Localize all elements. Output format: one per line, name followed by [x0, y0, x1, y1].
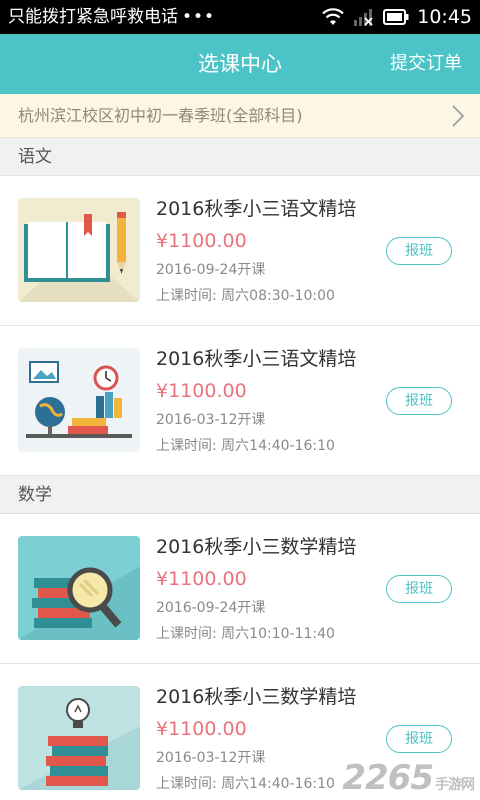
section-header-chinese: 语文 [0, 138, 480, 176]
course-start-date: 2016-03-12开课 [156, 750, 266, 766]
app-header: 选课中心 提交订单 [0, 34, 480, 94]
course-thumbnail [18, 348, 140, 452]
books-magnifier-icon [18, 536, 140, 640]
schedule-label: 上课时间: [156, 288, 217, 304]
course-thumbnail [18, 198, 140, 302]
course-price: ¥1100.00 [156, 230, 247, 252]
watermark-suffix: 手游网 [435, 777, 475, 793]
course-price: ¥1100.00 [156, 568, 247, 590]
schedule-value: 周六14:40-16:10 [221, 438, 335, 454]
chevron-right-icon [452, 105, 465, 127]
book-pencil-icon [18, 198, 140, 302]
submit-order-button[interactable]: 提交订单 [390, 34, 462, 94]
schedule-label: 上课时间: [156, 626, 217, 642]
course-item[interactable]: 2016秋季小三数学精培 ¥1100.00 2016-09-24开课 上课时间:… [0, 514, 480, 664]
course-name: 2016秋季小三数学精培 [156, 536, 357, 558]
course-schedule: 上课时间: 周六10:10-11:40 [156, 624, 335, 644]
course-item[interactable]: 2016秋季小三语文精培 ¥1100.00 2016-03-12开课 上课时间:… [0, 326, 480, 476]
course-start-date: 2016-09-24开课 [156, 262, 266, 278]
course-name: 2016秋季小三语文精培 [156, 198, 357, 220]
section-title: 语文 [18, 147, 52, 167]
carrier-label: 只能拨打紧急呼救电话 [8, 7, 178, 27]
watermark-number: 2265 [342, 758, 434, 798]
site-watermark: 2265 手游网 [342, 758, 475, 798]
signal-icon [354, 9, 373, 26]
schedule-value: 周六14:40-16:10 [221, 776, 335, 792]
course-name: 2016秋季小三语文精培 [156, 348, 357, 370]
battery-icon [383, 9, 409, 25]
schedule-value: 周六08:30-10:00 [221, 288, 335, 304]
course-schedule: 上课时间: 周六14:40-16:10 [156, 774, 335, 794]
course-schedule: 上课时间: 周六08:30-10:00 [156, 286, 335, 306]
course-start-date: 2016-09-24开课 [156, 600, 266, 616]
course-price: ¥1100.00 [156, 380, 247, 402]
schedule-label: 上课时间: [156, 776, 217, 792]
status-icons: 10:45 [321, 5, 472, 29]
course-start-date: 2016-03-12开课 [156, 412, 266, 428]
course-thumbnail [18, 686, 140, 790]
section-title: 数学 [18, 485, 52, 505]
course-name: 2016秋季小三数学精培 [156, 686, 357, 708]
class-selector-label: 杭州滨江校区初中初一春季班(全部科目) [18, 106, 303, 125]
course-item[interactable]: 2016秋季小三语文精培 ¥1100.00 2016-09-24开课 上课时间:… [0, 176, 480, 326]
enroll-button[interactable]: 报班 [386, 387, 452, 415]
class-selector[interactable]: 杭州滨江校区初中初一春季班(全部科目) [0, 94, 480, 138]
enroll-button[interactable]: 报班 [386, 237, 452, 265]
enroll-button[interactable]: 报班 [386, 725, 452, 753]
carrier-text: 只能拨打紧急呼救电话 ••• [8, 6, 215, 28]
globe-clock-books-icon [18, 348, 140, 452]
course-price: ¥1100.00 [156, 718, 247, 740]
section-header-math: 数学 [0, 476, 480, 514]
schedule-label: 上课时间: [156, 438, 217, 454]
books-lightbulb-icon [18, 686, 140, 790]
clock: 10:45 [417, 6, 472, 28]
course-thumbnail [18, 536, 140, 640]
enroll-button[interactable]: 报班 [386, 575, 452, 603]
course-schedule: 上课时间: 周六14:40-16:10 [156, 436, 335, 456]
status-bar: 只能拨打紧急呼救电话 ••• 10:45 [0, 0, 480, 34]
schedule-value: 周六10:10-11:40 [221, 626, 335, 642]
more-dots: ••• [182, 7, 216, 27]
wifi-icon [322, 8, 345, 25]
